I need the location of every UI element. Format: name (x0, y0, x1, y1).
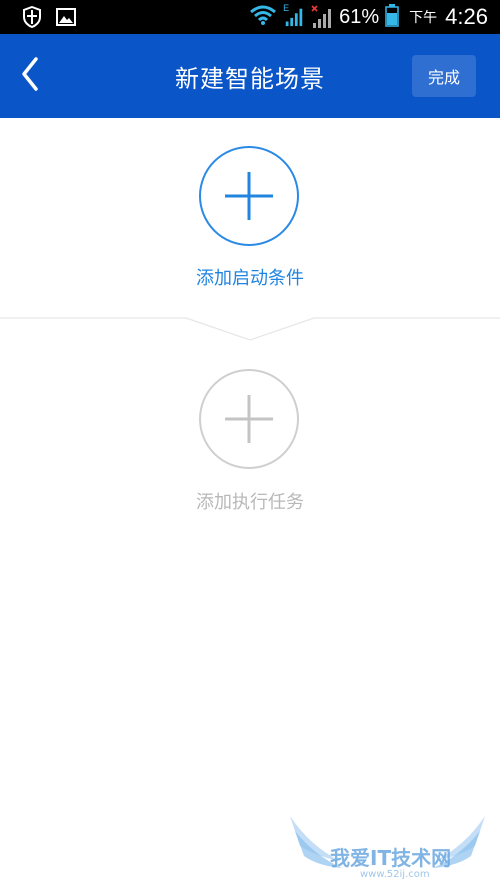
am-pm-indicator: 下午 (409, 9, 438, 25)
status-bar: E 61% 下午 4:26 (0, 0, 500, 34)
add-task-button[interactable] (199, 369, 299, 469)
wifi-icon (249, 4, 277, 31)
add-task-label[interactable]: 添加执行任务 (0, 488, 500, 514)
watermark: 我爱IT技术网 www.52ij.com (280, 806, 500, 889)
battery-percent: 61% (339, 5, 380, 28)
add-trigger-label[interactable]: 添加启动条件 (0, 264, 500, 290)
plus-icon (201, 148, 297, 248)
shield-icon (22, 5, 42, 29)
plus-icon (201, 371, 297, 471)
add-trigger-button[interactable] (199, 146, 299, 246)
back-button[interactable] (8, 52, 52, 100)
image-icon (56, 6, 76, 28)
trigger-section: 添加启动条件 (0, 118, 500, 318)
status-bar-system: E 61% 下午 4:26 (249, 0, 488, 34)
signal-icon: E (283, 3, 305, 29)
clock: 4:26 (445, 4, 488, 29)
battery-icon (385, 3, 399, 32)
signal-no-service-icon (311, 5, 333, 29)
watermark-text: 我爱IT技术网 (330, 846, 452, 870)
section-divider (0, 312, 500, 344)
done-button[interactable]: 完成 (412, 55, 476, 97)
chevron-left-icon (18, 56, 42, 96)
watermark-url: www.52ij.com (360, 869, 430, 880)
status-bar-notifications (22, 5, 76, 29)
title-bar: 新建智能场景 完成 (0, 34, 500, 118)
